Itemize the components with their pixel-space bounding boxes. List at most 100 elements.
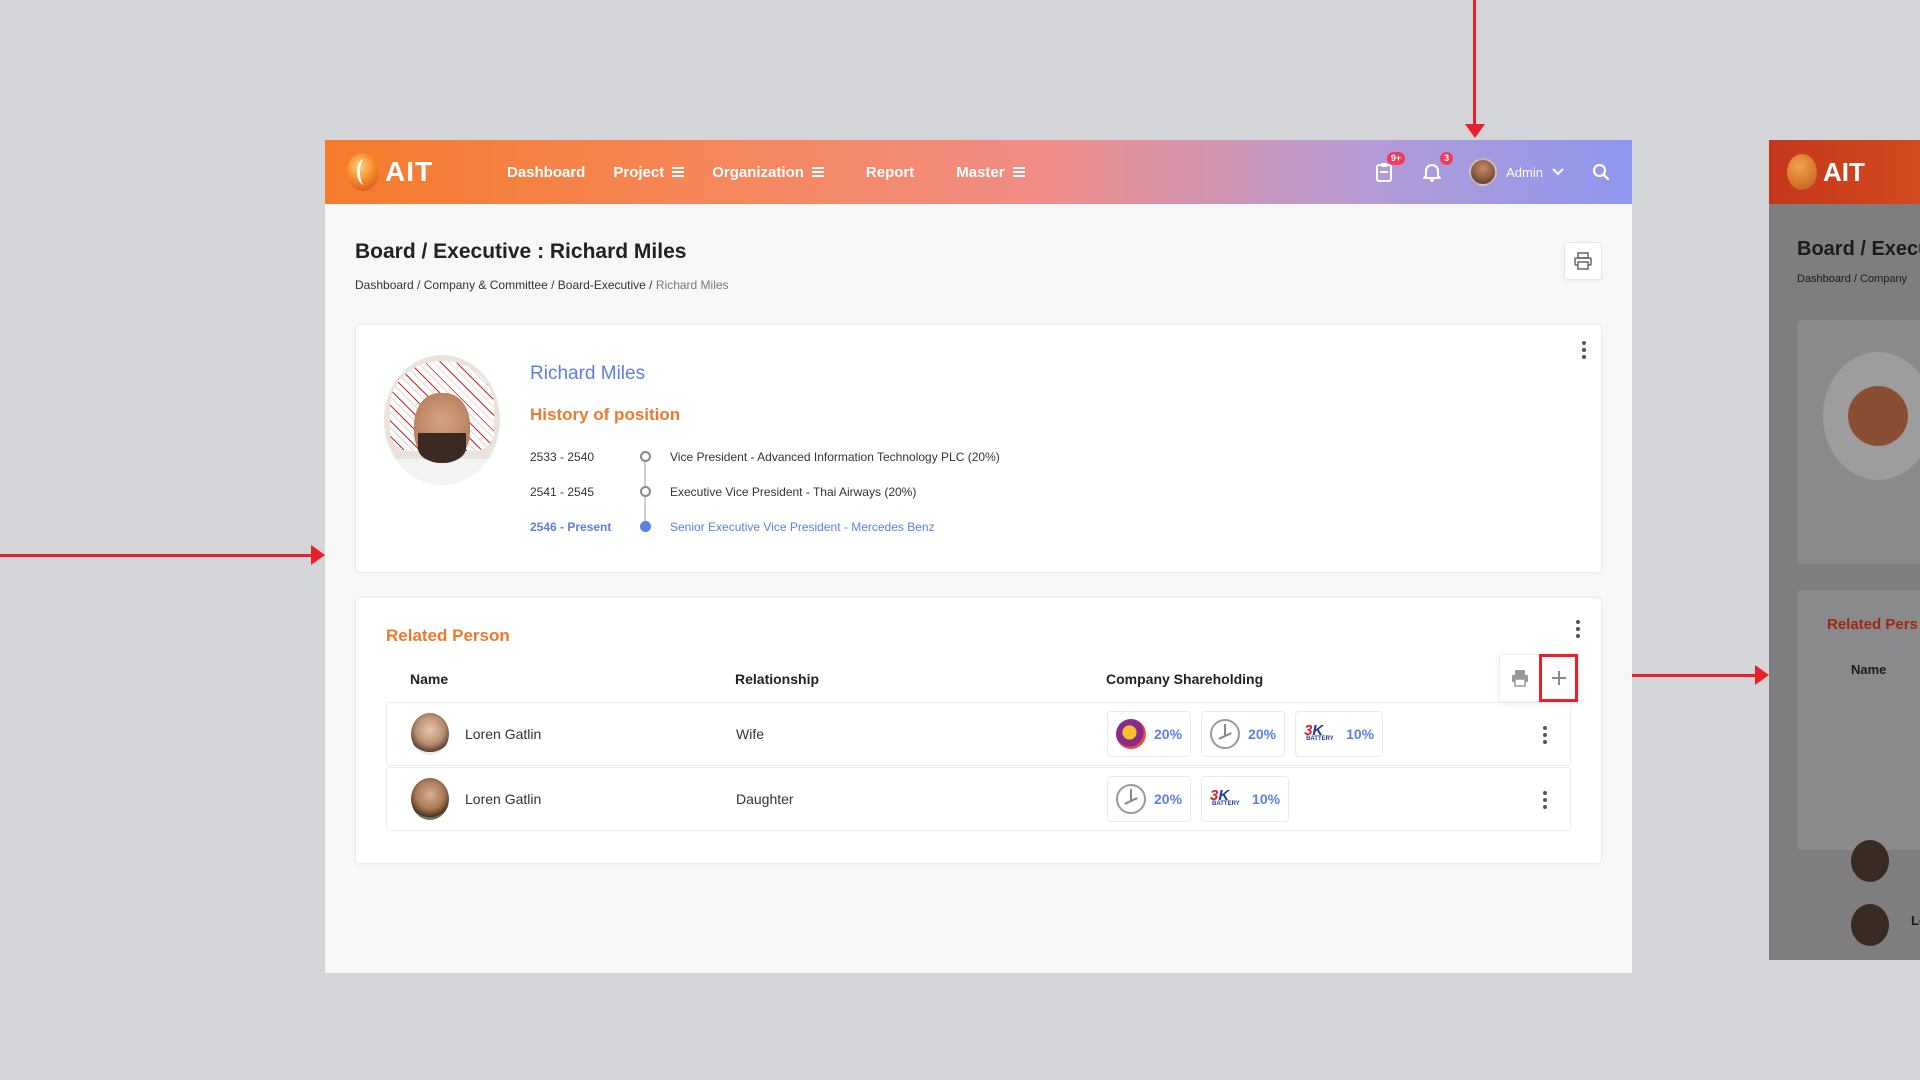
- bell-icon: [1423, 164, 1442, 182]
- breadcrumb-dashboard[interactable]: Dashboard: [355, 278, 414, 292]
- print-page-button[interactable]: [1564, 242, 1602, 280]
- preview-row-name: Lo: [1911, 913, 1920, 928]
- timeline-years: 2546 - Present: [530, 519, 612, 534]
- print-table-button[interactable]: [1500, 669, 1539, 687]
- person-relationship: Wife: [736, 726, 764, 742]
- menu-icon: [811, 167, 824, 177]
- nav-master[interactable]: Master: [956, 163, 1025, 181]
- preview-page-title: Board / Execu: [1797, 238, 1920, 260]
- clipboard-icon: [1376, 163, 1393, 182]
- history-title: History of position: [530, 405, 681, 424]
- 3k-battery-logo-icon: 3K BATTERY: [1210, 787, 1240, 808]
- nav-project-label: Project: [613, 163, 665, 181]
- related-table-header: Name Relationship Company Shareholding: [386, 668, 1571, 690]
- nav-organization[interactable]: Organization: [712, 164, 824, 181]
- user-avatar: [1469, 158, 1498, 186]
- notification-badge: 3: [1440, 152, 1454, 165]
- row-more-options-icon[interactable]: [1536, 724, 1554, 746]
- next-screen-preview: AIT Board / Execu Dashboard / Company Re…: [1769, 140, 1920, 960]
- printer-icon: [1574, 252, 1592, 270]
- related-person-title: Related Person: [386, 626, 510, 645]
- logo-text: AIT: [385, 156, 434, 187]
- annotation-arrow-left-head: [311, 545, 325, 565]
- timeline-years: 2533 - 2540: [530, 449, 595, 464]
- timeline-position: Executive Vice President - Thai Airways …: [670, 484, 917, 499]
- preview-logo-text: AIT: [1823, 156, 1865, 187]
- share-chip[interactable]: 3K BATTERY 10%: [1295, 711, 1384, 757]
- preview-name-column: Name: [1851, 662, 1887, 677]
- timeline-dot: [640, 486, 651, 497]
- page-content: Board / Executive : Richard Miles Dashbo…: [325, 204, 1632, 864]
- related-more-options-icon[interactable]: [1569, 618, 1587, 640]
- clipboard-button[interactable]: 9+: [1373, 152, 1406, 183]
- person-name: Loren Gatlin: [465, 791, 542, 807]
- printer-icon: [1511, 670, 1528, 687]
- profile-more-options-icon[interactable]: [1575, 339, 1593, 361]
- page-title: Board / Executive : Richard Miles: [355, 240, 687, 263]
- related-person-card: Related Person Name Relationship Company…: [355, 597, 1602, 864]
- main-nav: Dashboard Project Organization Report Ma…: [507, 164, 1053, 181]
- preview-breadcrumb: Dashboard / Company: [1797, 273, 1908, 285]
- nav-dashboard[interactable]: Dashboard: [507, 164, 585, 181]
- share-chip[interactable]: 20%: [1107, 711, 1192, 757]
- search-icon: [1592, 163, 1610, 181]
- menu-icon: [672, 167, 685, 177]
- timeline-dot-active: [640, 521, 651, 532]
- shareholding-list: 20% 20% 3K BATTERY 10%: [1107, 711, 1384, 757]
- share-percent: 20%: [1154, 726, 1183, 742]
- profile-info: Richard Miles History of position 2533 -…: [530, 355, 1000, 542]
- nav-project[interactable]: Project: [613, 163, 685, 181]
- annotation-arrow-right-head: [1755, 665, 1769, 685]
- table-actions: [1499, 654, 1579, 702]
- chevron-down-icon: [1552, 168, 1564, 176]
- mercedes-logo-icon: [1210, 719, 1241, 749]
- share-chip[interactable]: 3K BATTERY 10%: [1201, 776, 1290, 822]
- preview-navbar: AIT: [1769, 140, 1920, 204]
- nav-organization-label: Organization: [712, 163, 804, 181]
- share-chip[interactable]: 20%: [1201, 711, 1286, 757]
- top-navbar: AIT Dashboard Project Organization Repor…: [325, 140, 1632, 204]
- related-table-body: Loren Gatlin Wife 20% 20% 3K BATTERY 10% L…: [386, 702, 1571, 831]
- shareholding-list: 20% 3K BATTERY 10%: [1107, 776, 1290, 822]
- share-percent: 10%: [1252, 791, 1281, 807]
- share-chip[interactable]: 20%: [1107, 776, 1192, 822]
- topbar-actions: 9+ 3 Admin: [1373, 152, 1612, 186]
- timeline-item-current: 2546 - Present Senior Executive Vice Pre…: [530, 509, 1000, 544]
- share-percent: 20%: [1248, 726, 1277, 742]
- app-logo[interactable]: AIT: [347, 153, 477, 191]
- position-timeline: 2533 - 2540 Vice President - Advanced In…: [530, 439, 1000, 544]
- share-percent: 10%: [1346, 726, 1375, 742]
- nav-master-label: Master: [956, 163, 1005, 181]
- add-related-person-button[interactable]: [1539, 654, 1578, 702]
- plus-icon: [1551, 671, 1566, 685]
- annotation-arrow-left-line: [0, 554, 312, 557]
- column-name: Name: [410, 671, 449, 687]
- app-window: AIT Dashboard Project Organization Repor…: [325, 140, 1632, 973]
- profile-name[interactable]: Richard Miles: [530, 363, 1000, 385]
- logo-mark-icon: [1787, 154, 1817, 190]
- notification-button[interactable]: 3: [1421, 152, 1454, 183]
- timeline-position: Vice President - Advanced Information Te…: [670, 449, 1000, 464]
- timeline-item: 2541 - 2545 Executive Vice President - T…: [530, 474, 1000, 509]
- user-name: Admin: [1506, 164, 1543, 180]
- share-percent: 20%: [1154, 791, 1183, 807]
- search-button[interactable]: [1590, 161, 1612, 183]
- logo-mark-icon: [347, 153, 379, 191]
- nav-dashboard-label: Dashboard: [507, 163, 586, 181]
- thai-airways-logo-icon: [1116, 719, 1146, 749]
- row-more-options-icon[interactable]: [1536, 789, 1554, 811]
- annotation-arrow-down-head: [1465, 124, 1485, 138]
- timeline-dot: [640, 451, 651, 462]
- breadcrumb-current: Richard Miles: [655, 278, 729, 292]
- table-row[interactable]: Loren Gatlin Daughter 20% 3K BATTERY 10%: [386, 767, 1571, 831]
- nav-report[interactable]: Report: [866, 164, 914, 181]
- user-menu[interactable]: Admin: [1469, 158, 1564, 186]
- timeline-item: 2533 - 2540 Vice President - Advanced In…: [530, 439, 1000, 474]
- breadcrumb-company-committee[interactable]: Company & Committee: [424, 278, 548, 292]
- column-shareholding: Company Shareholding: [1106, 671, 1264, 687]
- timeline-position[interactable]: Senior Executive Vice President - Merced…: [670, 520, 935, 534]
- breadcrumb-board-executive[interactable]: Board-Executive: [558, 278, 646, 292]
- person-name: Loren Gatlin: [465, 726, 542, 742]
- preview-avatar: [1851, 840, 1889, 882]
- table-row[interactable]: Loren Gatlin Wife 20% 20% 3K BATTERY 10%: [386, 702, 1571, 766]
